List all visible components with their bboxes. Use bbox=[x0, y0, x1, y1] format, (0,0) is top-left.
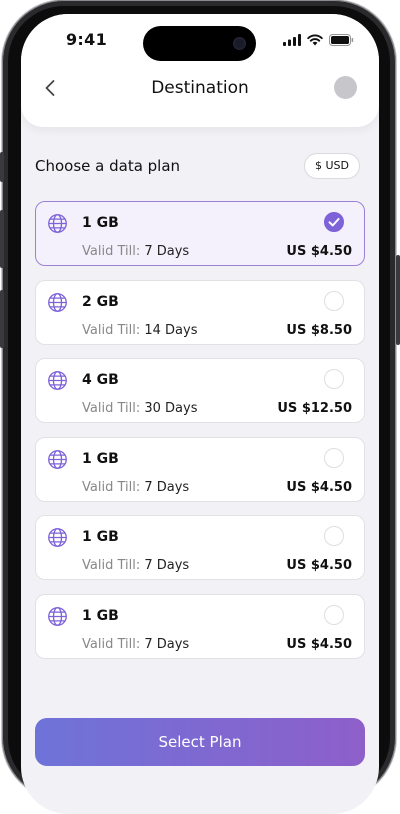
radio-button[interactable] bbox=[324, 526, 344, 547]
plan-data-amount: 1 GB bbox=[82, 607, 119, 624]
side-button bbox=[396, 255, 400, 345]
valid-label: Valid Till: bbox=[82, 322, 141, 338]
status-icons bbox=[283, 34, 354, 46]
dynamic-island bbox=[143, 26, 256, 61]
globe-icon bbox=[47, 292, 68, 313]
globe-icon bbox=[47, 213, 68, 234]
plan-option[interactable]: 1 GB Valid Till: 7 Days US $4.50 bbox=[35, 436, 365, 502]
plan-validity: Valid Till: 7 Days bbox=[82, 480, 189, 495]
header: 9:41 Destination bbox=[21, 14, 379, 127]
plan-option[interactable]: 2 GB Valid Till: 14 Days US $8.50 bbox=[35, 279, 365, 345]
plan-data-amount: 4 GB bbox=[82, 372, 119, 389]
camera-icon bbox=[233, 37, 246, 50]
plan-validity: Valid Till: 7 Days bbox=[82, 558, 189, 573]
plan-data-amount: 1 GB bbox=[82, 215, 119, 231]
globe-icon bbox=[47, 606, 68, 627]
plan-option[interactable]: 1 GB Valid Till: 7 Days US $4.50 bbox=[35, 593, 365, 659]
globe-icon bbox=[47, 370, 68, 391]
valid-value: 7 Days bbox=[144, 244, 190, 259]
valid-label: Valid Till: bbox=[82, 479, 141, 495]
radio-button[interactable] bbox=[324, 604, 344, 625]
avatar[interactable] bbox=[334, 76, 357, 99]
plan-price: US $4.50 bbox=[286, 479, 352, 495]
screen: 9:41 Destination Choose a data plan $ US… bbox=[21, 14, 379, 814]
valid-label: Valid Till: bbox=[82, 558, 141, 574]
valid-label: Valid Till: bbox=[82, 636, 141, 652]
radio-button[interactable] bbox=[324, 447, 344, 468]
plan-validity: Valid Till: 7 Days bbox=[82, 637, 189, 652]
plan-data-amount: 1 GB bbox=[82, 529, 119, 546]
valid-value: 7 Days bbox=[144, 479, 190, 495]
globe-icon bbox=[47, 449, 68, 470]
page-title: Destination bbox=[151, 78, 249, 98]
plan-price: US $8.50 bbox=[286, 322, 352, 338]
side-button bbox=[0, 152, 4, 182]
valid-label: Valid Till: bbox=[82, 401, 141, 417]
status-time: 9:41 bbox=[66, 30, 107, 49]
plan-option[interactable]: 1 GB Valid Till: 7 Days US $4.50 bbox=[35, 201, 365, 266]
plan-option[interactable]: 4 GB Valid Till: 30 Days US $12.50 bbox=[35, 358, 365, 424]
select-plan-button[interactable]: Select Plan bbox=[35, 718, 365, 766]
signal-icon bbox=[283, 34, 301, 46]
plan-price: US $4.50 bbox=[286, 558, 352, 574]
valid-value: 7 Days bbox=[144, 558, 190, 574]
plan-price: US $12.50 bbox=[277, 401, 352, 417]
plan-validity: Valid Till: 7 Days bbox=[82, 244, 189, 259]
valid-value: 30 Days bbox=[144, 401, 198, 417]
plan-list: 1 GB Valid Till: 7 Days US $4.50 2 GB Valid … bbox=[35, 201, 365, 673]
globe-icon bbox=[47, 527, 68, 548]
valid-value: 7 Days bbox=[144, 636, 190, 652]
plan-data-amount: 2 GB bbox=[82, 293, 119, 310]
side-button bbox=[0, 210, 4, 268]
currency-selector[interactable]: $ USD bbox=[304, 153, 360, 179]
radio-button[interactable] bbox=[324, 290, 344, 311]
check-icon[interactable] bbox=[324, 212, 344, 232]
plan-option[interactable]: 1 GB Valid Till: 7 Days US $4.50 bbox=[35, 515, 365, 581]
radio-button[interactable] bbox=[324, 369, 344, 390]
battery-icon bbox=[329, 34, 354, 46]
plan-validity: Valid Till: 14 Days bbox=[82, 323, 197, 338]
section-title: Choose a data plan bbox=[35, 157, 181, 175]
valid-label: Valid Till: bbox=[82, 244, 141, 259]
plan-price: US $4.50 bbox=[286, 636, 352, 652]
side-button bbox=[0, 290, 4, 348]
plan-validity: Valid Till: 30 Days bbox=[82, 401, 197, 416]
plan-price: US $4.50 bbox=[286, 244, 352, 259]
plan-data-amount: 1 GB bbox=[82, 450, 119, 467]
valid-value: 14 Days bbox=[144, 322, 198, 338]
wifi-icon bbox=[307, 34, 323, 46]
